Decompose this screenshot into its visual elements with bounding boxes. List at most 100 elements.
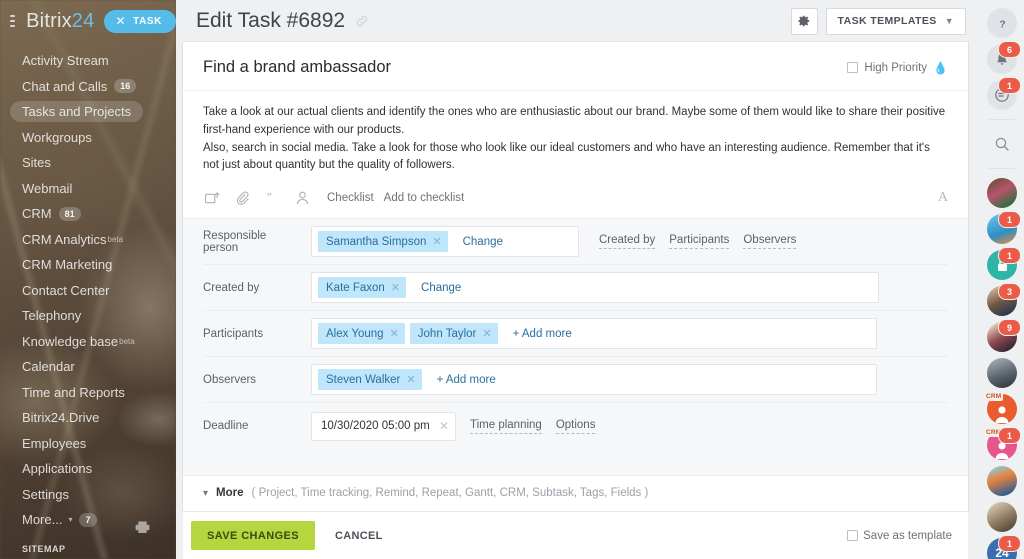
new-task-button[interactable]: ✕ TASK <box>104 10 176 33</box>
responsible-person-field[interactable]: Samantha Simpson ✕ Change <box>311 226 579 257</box>
menu-burger-icon[interactable] <box>10 15 15 27</box>
sidebar-item-calendar[interactable]: Calendar <box>0 354 176 380</box>
rail-avatar-6[interactable] <box>987 466 1017 496</box>
link-participants[interactable]: Participants <box>669 234 729 249</box>
person-chip[interactable]: Steven Walker ✕ <box>318 369 422 390</box>
link-options[interactable]: Options <box>556 419 596 434</box>
change-created-by-button[interactable]: Change <box>421 282 461 294</box>
more-label[interactable]: More <box>216 487 243 499</box>
rail-avatar-5[interactable] <box>987 358 1017 388</box>
more-item-gantt[interactable]: Gantt <box>465 487 493 499</box>
remove-chip-icon[interactable]: ✕ <box>482 327 491 340</box>
task-title[interactable]: Find a brand ambassador <box>203 58 391 77</box>
sidebar-item-crm-analytics[interactable]: CRM Analyticsbeta <box>0 227 176 253</box>
save-as-template-toggle[interactable]: Save as template <box>847 530 952 542</box>
printer-icon[interactable] <box>135 521 150 533</box>
high-priority-toggle[interactable]: High Priority 💧 <box>847 61 948 75</box>
link-icon[interactable] <box>355 14 369 28</box>
rail-avatar-3[interactable]: 3 <box>987 286 1017 316</box>
checklist-button[interactable]: Checklist <box>327 192 374 204</box>
app-root: Bitrix24 ✕ TASK Activity Stream Chat and… <box>0 0 1024 559</box>
save-changes-button[interactable]: SAVE CHANGES <box>191 521 315 550</box>
paperclip-icon[interactable] <box>227 187 257 209</box>
person-chip[interactable]: Samantha Simpson ✕ <box>318 231 448 252</box>
quote-icon[interactable]: ” <box>257 187 287 209</box>
change-responsible-button[interactable]: Change <box>463 236 503 248</box>
sidebar-item-employees[interactable]: Employees <box>0 431 176 457</box>
sidebar-item-applications[interactable]: Applications <box>0 456 176 482</box>
rail-bitrix24-button[interactable]: 24 1 <box>987 538 1017 559</box>
cancel-button[interactable]: CANCEL <box>335 530 383 542</box>
sidebar-item-activity-stream[interactable]: Activity Stream <box>0 48 176 74</box>
upload-file-icon[interactable] <box>197 187 227 209</box>
sidebar-item-crm-marketing[interactable]: CRM Marketing <box>0 252 176 278</box>
link-created-by[interactable]: Created by <box>599 234 655 249</box>
more-section[interactable]: ▾ More ( Project, Time tracking, Remind,… <box>183 475 968 511</box>
more-item-subtask[interactable]: Subtask <box>532 487 574 499</box>
rail-avatar-2[interactable]: 1 <box>987 214 1017 244</box>
brand-logo[interactable]: Bitrix24 <box>26 10 94 33</box>
add-to-checklist-button[interactable]: Add to checklist <box>384 192 465 204</box>
bitrix24-badge: 1 <box>998 535 1021 552</box>
notifications-button[interactable]: 6 <box>987 44 1017 74</box>
more-item-time-tracking[interactable]: Time tracking <box>301 487 370 499</box>
rail-avatar-4[interactable]: 9 <box>987 322 1017 352</box>
sidebar-item-sites[interactable]: Sites <box>0 150 176 176</box>
form-row-responsible-person: Responsible person Samantha Simpson ✕ Ch… <box>203 219 948 265</box>
more-item-tags[interactable]: Tags <box>580 487 604 499</box>
remove-chip-icon[interactable]: ✕ <box>390 327 399 340</box>
sidebar-item-bitrix24-drive[interactable]: Bitrix24.Drive <box>0 405 176 431</box>
remove-chip-icon[interactable]: ✕ <box>406 373 415 386</box>
person-chip[interactable]: John Taylor ✕ <box>410 323 498 344</box>
sidebar-item-chat-and-calls[interactable]: Chat and Calls16 <box>0 74 176 100</box>
sidebar-item-tasks-and-projects[interactable]: Tasks and Projects <box>0 99 176 125</box>
more-item-remind[interactable]: Remind <box>376 487 416 499</box>
person-chip[interactable]: Kate Faxon ✕ <box>318 277 406 298</box>
description-paragraph-1: Take a look at our actual clients and id… <box>203 104 948 140</box>
sidebar-item-webmail[interactable]: Webmail <box>0 176 176 202</box>
save-as-template-checkbox[interactable] <box>847 530 858 541</box>
rail-crm-contacts-orange[interactable]: CRM <box>987 394 1017 424</box>
link-time-planning[interactable]: Time planning <box>470 419 542 434</box>
more-item-project[interactable]: Project <box>259 487 295 499</box>
avatar <box>987 502 1017 532</box>
rail-avatar-7[interactable] <box>987 502 1017 532</box>
brand-name: Bitrix <box>26 10 72 32</box>
sidebar-item-settings[interactable]: Settings <box>0 482 176 508</box>
sidebar-item-crm[interactable]: CRM81 <box>0 201 176 227</box>
task-templates-button[interactable]: TASK TEMPLATES ▼ <box>826 8 966 35</box>
person-chip[interactable]: Alex Young ✕ <box>318 323 405 344</box>
observers-field[interactable]: Steven Walker ✕ + Add more <box>311 364 877 395</box>
clear-deadline-icon[interactable]: ✕ <box>439 419 449 433</box>
messages-button[interactable]: 1 <box>987 80 1017 110</box>
sidebar-item-contact-center[interactable]: Contact Center <box>0 278 176 304</box>
link-observers[interactable]: Observers <box>743 234 796 249</box>
add-participant-button[interactable]: + Add more <box>513 328 572 340</box>
more-item-repeat[interactable]: Repeat <box>422 487 459 499</box>
created-by-field[interactable]: Kate Faxon ✕ Change <box>311 272 879 303</box>
sidebar-item-workgroups[interactable]: Workgroups <box>0 125 176 151</box>
mention-person-icon[interactable] <box>287 187 317 209</box>
help-button[interactable]: ? <box>987 8 1017 38</box>
font-format-icon[interactable]: A <box>938 190 948 206</box>
observers-label: Observers <box>203 374 311 386</box>
rail-crm-contacts-pink[interactable]: CRM 1 <box>987 430 1017 460</box>
search-button[interactable] <box>987 129 1017 159</box>
participants-field[interactable]: Alex Young ✕ John Taylor ✕ + Add more <box>311 318 877 349</box>
task-description[interactable]: Take a look at our actual clients and id… <box>183 91 968 181</box>
settings-gear-button[interactable] <box>791 8 818 35</box>
remove-chip-icon[interactable]: ✕ <box>432 235 441 248</box>
more-item-fields[interactable]: Fields <box>611 487 642 499</box>
sidebar-item-knowledge-base[interactable]: Knowledge basebeta <box>0 329 176 355</box>
deadline-field[interactable]: 10/30/2020 05:00 pm ✕ <box>311 412 456 441</box>
sidebar-item-time-and-reports[interactable]: Time and Reports <box>0 380 176 406</box>
add-observer-button[interactable]: + Add more <box>437 374 496 386</box>
sidebar-item-telephony[interactable]: Telephony <box>0 303 176 329</box>
rail-avatar-1[interactable] <box>987 178 1017 208</box>
remove-chip-icon[interactable]: ✕ <box>391 281 400 294</box>
rail-secure-button[interactable]: 1 <box>987 250 1017 280</box>
high-priority-checkbox[interactable] <box>847 62 858 73</box>
sitemap-link[interactable]: SITEMAP <box>22 544 66 554</box>
crm-tag-label: CRM <box>984 392 1003 401</box>
more-item-crm[interactable]: CRM <box>500 487 526 499</box>
